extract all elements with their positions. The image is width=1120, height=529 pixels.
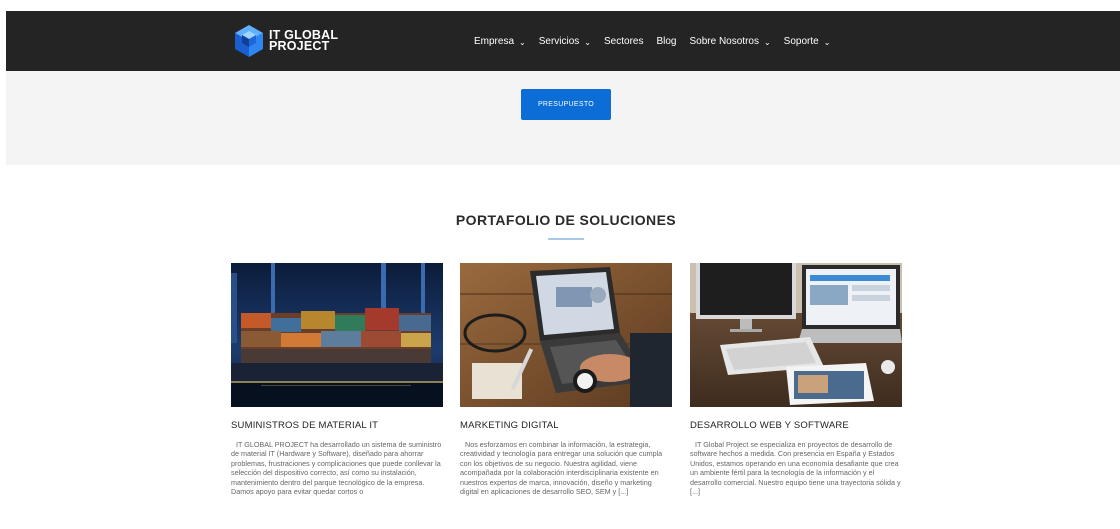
card-title: SUMINISTROS DE MATERIAL IT bbox=[231, 420, 379, 431]
card-title: DESARROLLO WEB Y SOFTWARE bbox=[690, 420, 849, 431]
solution-card-desarrollo: DESARROLLO WEB Y SOFTWARE IT Global Proj… bbox=[690, 263, 902, 496]
section-title: PORTAFOLIO DE SOLUCIONES bbox=[455, 212, 677, 228]
cube-logo-icon bbox=[235, 25, 263, 57]
title-divider bbox=[548, 238, 584, 240]
nav-item-label: Servicios bbox=[538, 35, 580, 47]
solution-card-marketing: MARKETING DIGITAL Nos esforzamos en comb… bbox=[460, 263, 672, 496]
nav-item-blog[interactable]: Blog bbox=[656, 36, 676, 47]
laptop-desk-image bbox=[460, 263, 672, 407]
nav-item-label: Empresa bbox=[474, 35, 515, 47]
nav-item-sectores[interactable]: Sectores bbox=[604, 36, 643, 47]
nav-item-servicios[interactable]: Servicios ⌄ bbox=[539, 36, 591, 47]
main-nav: Empresa ⌄ Servicios ⌄ Sectores Blog Sobr… bbox=[474, 11, 843, 71]
navbar: IT GLOBAL PROJECT Empresa ⌄ Servicios ⌄ … bbox=[6, 11, 1120, 71]
logo-link[interactable]: IT GLOBAL PROJECT bbox=[232, 23, 338, 59]
nav-item-soporte[interactable]: Soporte ⌄ bbox=[784, 36, 831, 47]
card-text: Nos esforzamos en combinar la informació… bbox=[460, 440, 663, 497]
nav-item-label: Blog bbox=[656, 35, 677, 47]
logo-wordmark: IT GLOBAL PROJECT bbox=[269, 29, 338, 53]
nav-item-empresa[interactable]: Empresa ⌄ bbox=[474, 36, 526, 47]
logo-line-2: PROJECT bbox=[269, 39, 330, 53]
card-title: MARKETING DIGITAL bbox=[460, 420, 559, 431]
card-image-devices[interactable] bbox=[690, 263, 902, 407]
top-strip bbox=[0, 0, 1120, 11]
chevron-down-icon: ⌄ bbox=[823, 37, 831, 47]
solution-card-suministros: SUMINISTROS DE MATERIAL IT IT GLOBAL PRO… bbox=[231, 263, 443, 496]
page: IT GLOBAL PROJECT Empresa ⌄ Servicios ⌄ … bbox=[0, 0, 1120, 529]
devices-image bbox=[690, 263, 902, 407]
card-image-cargo-ship[interactable] bbox=[231, 263, 443, 407]
nav-item-label: Sectores bbox=[604, 35, 644, 47]
card-text: IT GLOBAL PROJECT ha desarrollado un sis… bbox=[231, 440, 442, 497]
chevron-down-icon: ⌄ bbox=[519, 37, 526, 47]
presupuesto-button[interactable]: PRESUPUESTO bbox=[521, 89, 611, 120]
cta-band: PRESUPUESTO bbox=[6, 71, 1120, 165]
nav-item-sobre-nosotros[interactable]: Sobre Nosotros ⌄ bbox=[689, 36, 770, 47]
cargo-ship-image bbox=[231, 263, 443, 407]
chevron-down-icon: ⌄ bbox=[763, 37, 771, 47]
chevron-down-icon: ⌄ bbox=[584, 37, 591, 47]
card-image-laptop-desk[interactable] bbox=[460, 263, 672, 407]
nav-item-label: Sobre Nosotros bbox=[689, 35, 759, 47]
card-text: IT Global Project se especializa en proy… bbox=[690, 440, 901, 497]
nav-item-label: Soporte bbox=[783, 35, 819, 47]
